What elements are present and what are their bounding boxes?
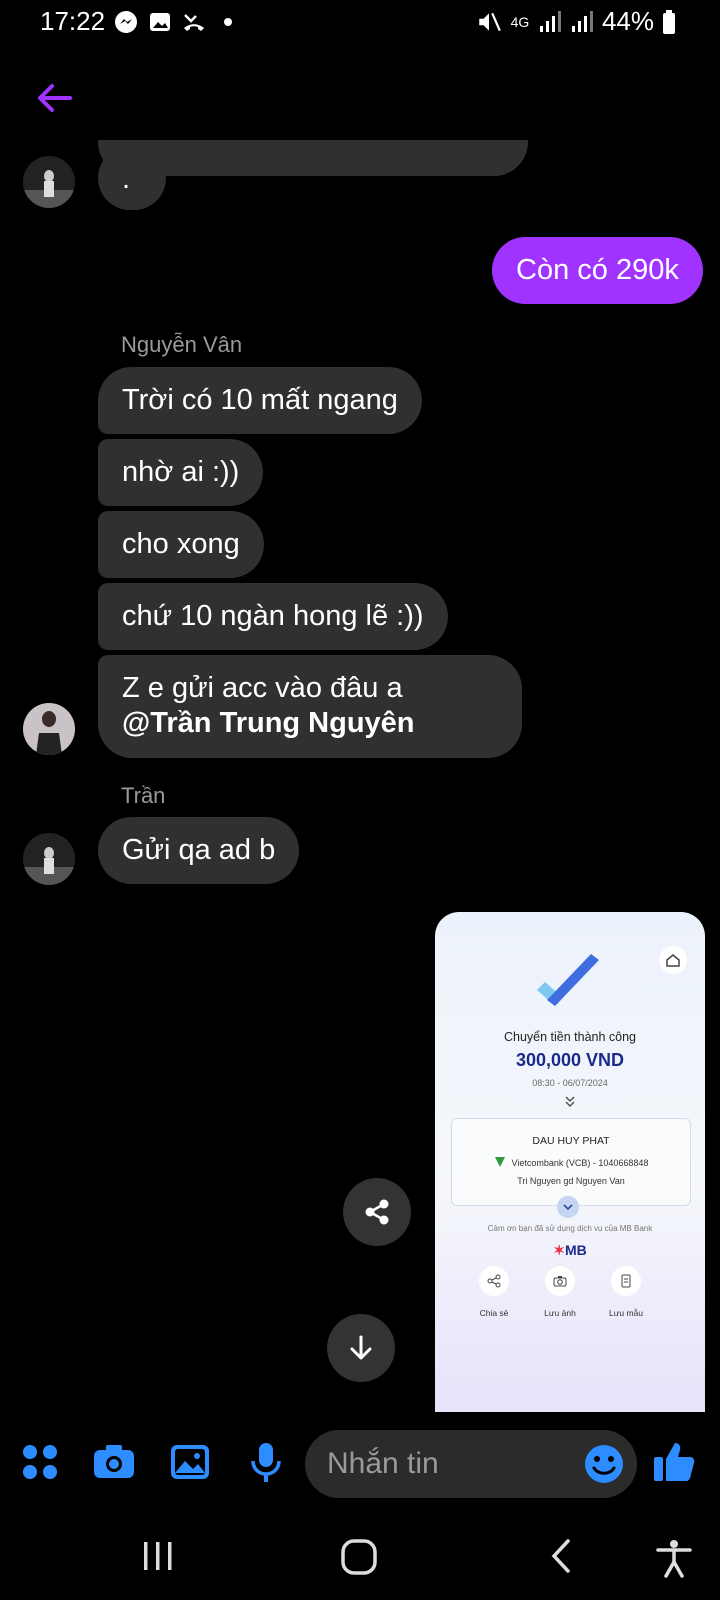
- mention-link[interactable]: @Trần Trung Nguyên: [122, 707, 415, 739]
- chevron-double-down-icon: [565, 1096, 575, 1108]
- home-button: [659, 946, 687, 974]
- avatar[interactable]: [23, 833, 75, 885]
- transfer-datetime: 08:30 - 06/07/2024: [532, 1078, 608, 1088]
- status-time: 17:22: [40, 6, 106, 36]
- menu-grid-icon[interactable]: [18, 1440, 62, 1484]
- vietcombank-logo-icon: [494, 1157, 505, 1167]
- gallery-icon: [150, 13, 170, 31]
- dot-icon: [224, 18, 232, 26]
- signal-icon: [539, 10, 561, 32]
- share-button[interactable]: [343, 1178, 411, 1246]
- expand-button: [557, 1196, 579, 1218]
- home-icon: [666, 954, 680, 967]
- save-image-action-button: [545, 1266, 575, 1296]
- transfer-screenshot-image[interactable]: Chuyển tiền thành công 300,000 VND 08:30…: [435, 912, 705, 1412]
- message-bubble-mention[interactable]: Z e gửi acc vào đâu a @Trần Trung Nguyên: [98, 655, 522, 758]
- avatar[interactable]: [23, 156, 75, 208]
- message-bubble[interactable]: .: [98, 146, 166, 210]
- mute-icon: [479, 12, 501, 31]
- emoji-icon[interactable]: [583, 1443, 625, 1485]
- action-label: Lưu mẫu: [608, 1308, 644, 1318]
- action-label: Chia sẻ: [479, 1308, 509, 1318]
- accessibility-icon[interactable]: [654, 1538, 694, 1578]
- gallery-icon[interactable]: [168, 1440, 212, 1484]
- messenger-icon: [115, 11, 137, 33]
- my-message-bubble[interactable]: Còn có 290k: [492, 237, 703, 305]
- back-navigation-icon[interactable]: [546, 1538, 576, 1574]
- share-action-button: [479, 1266, 509, 1296]
- battery-percent: 44%: [601, 6, 654, 36]
- message-bubble[interactable]: Gửi qa ad b: [98, 817, 300, 885]
- sender-name: Trần: [121, 783, 166, 808]
- bank-account: Vietcombank (VCB) - 1040668848: [452, 1156, 690, 1168]
- back-arrow-icon[interactable]: [34, 78, 74, 118]
- transfer-note: Tri Nguyen gd Nguyen Van: [517, 1176, 625, 1186]
- avatar[interactable]: [23, 703, 75, 755]
- status-notification-icons: [114, 10, 240, 34]
- recipient-card: DAU HUY PHAT Vietcombank (VCB) - 1040668…: [451, 1118, 691, 1206]
- message-bubble[interactable]: cho xong: [98, 511, 264, 579]
- camera-icon[interactable]: [92, 1440, 136, 1484]
- arrow-down-icon: [350, 1335, 372, 1360]
- mb-star-icon: ✶: [553, 1242, 565, 1258]
- save-template-action-button: [611, 1266, 641, 1296]
- bank-account-text: Vietcombank (VCB) - 1040668848: [511, 1158, 649, 1168]
- battery-icon: [663, 9, 675, 34]
- message-text: Z e gửi acc vào đâu a: [122, 672, 403, 704]
- message-bubble[interactable]: chứ 10 ngàn hong lẽ :)): [98, 583, 448, 651]
- share-icon: [487, 1274, 501, 1288]
- message-bubble[interactable]: nhờ ai :)): [98, 439, 264, 507]
- mb-logo: ✶MB: [435, 1242, 705, 1259]
- message-bubble[interactable]: Trời có 10 mất ngang: [98, 367, 422, 435]
- microphone-icon[interactable]: [244, 1440, 288, 1484]
- like-thumbs-up-icon[interactable]: [652, 1438, 698, 1484]
- missed-call-icon: [184, 14, 204, 31]
- thanks-text: Cảm ơn bạn đã sử dụng dịch vụ của MB Ban…: [487, 1224, 653, 1233]
- transfer-amount: 300,000 VND: [515, 1050, 625, 1070]
- chevron-down-icon: [563, 1204, 573, 1211]
- recent-apps-icon[interactable]: [140, 1538, 176, 1574]
- transfer-title: Chuyển tiền thành công: [503, 1030, 637, 1044]
- home-navigation-icon[interactable]: [340, 1538, 378, 1576]
- avatar-image: [23, 703, 75, 755]
- action-label: Lưu ảnh: [544, 1308, 576, 1318]
- avatar-image: [23, 833, 75, 885]
- status-right: 4G 44%: [476, 6, 676, 37]
- network-type: 4G: [510, 13, 530, 30]
- avatar-image: [23, 156, 75, 208]
- signal-icon-2: [571, 10, 593, 32]
- share-icon: [365, 1199, 389, 1225]
- camera-icon: [553, 1276, 567, 1287]
- scroll-to-bottom-button[interactable]: [327, 1314, 395, 1382]
- success-check-icon: [537, 954, 599, 1006]
- document-icon: [621, 1274, 631, 1288]
- recipient-name: DAU HUY PHAT: [532, 1135, 610, 1147]
- mb-brand-text: MB: [564, 1242, 587, 1258]
- sender-name: Nguyễn Vân: [121, 332, 243, 357]
